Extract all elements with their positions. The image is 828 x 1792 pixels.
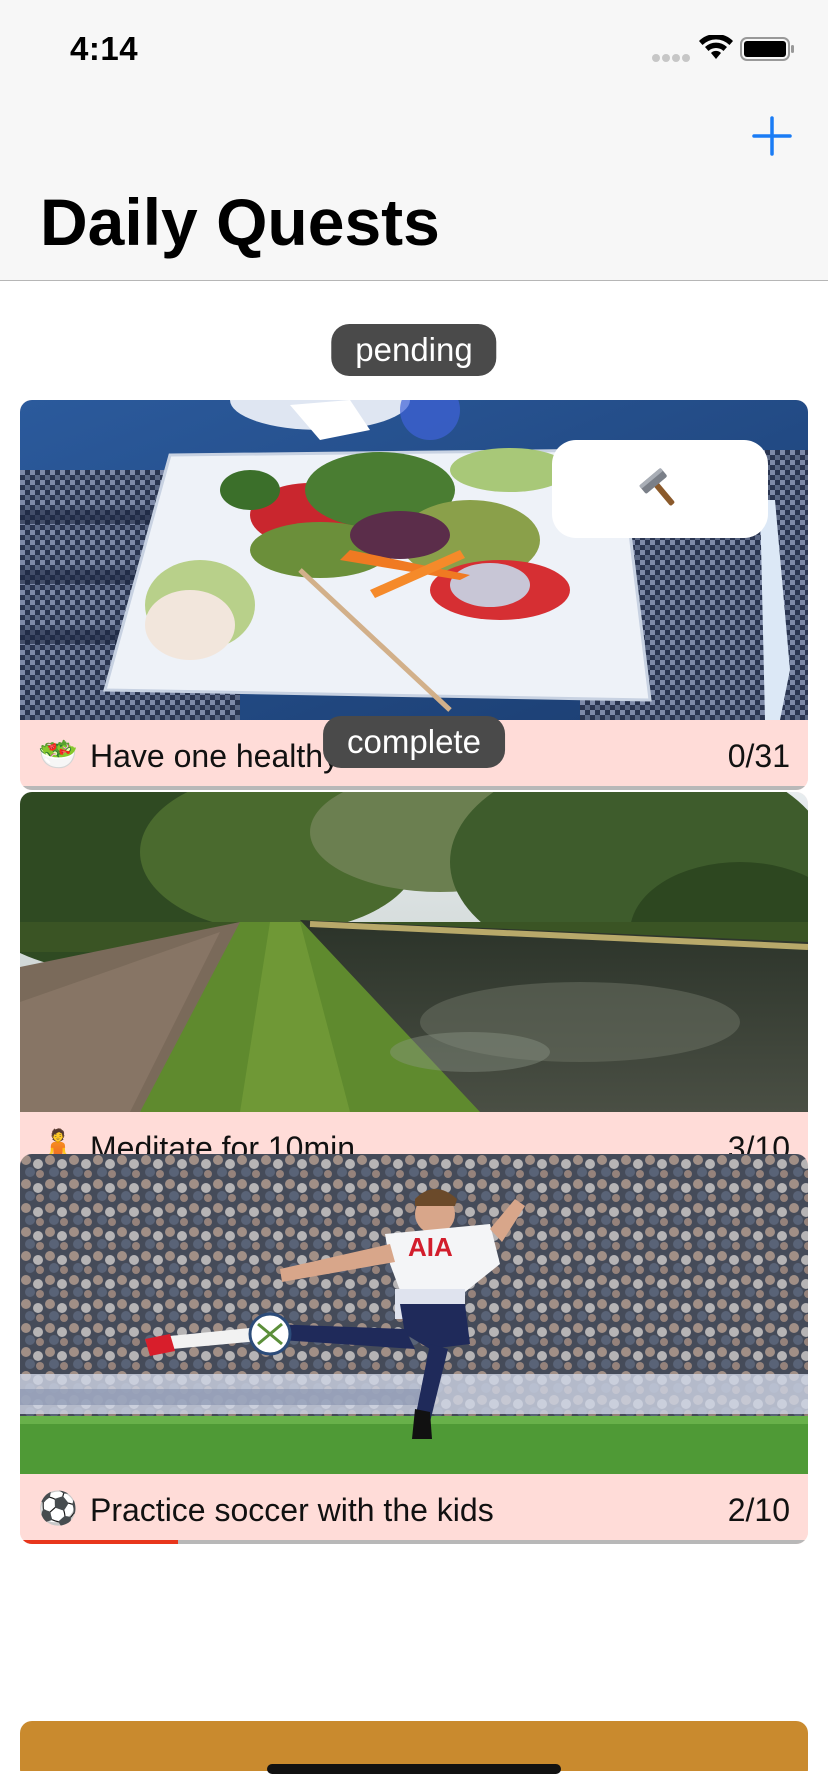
add-quest-button[interactable]	[744, 108, 800, 164]
progress-bar	[20, 786, 808, 790]
hammer-icon	[639, 468, 675, 506]
section-header-pending: pending	[331, 324, 497, 376]
canal-path-photo	[20, 792, 808, 1112]
wifi-icon	[699, 35, 733, 59]
progress-fill	[20, 1540, 178, 1544]
soccer-ball-icon: ⚽	[38, 1490, 78, 1526]
app-screen: 4:14 Daily Quests pending 🥗 Have one hea…	[0, 0, 828, 1792]
quest-progress-count: 0/31	[727, 738, 790, 774]
home-indicator[interactable]	[267, 1764, 561, 1774]
soccer-player-photo: AIA	[20, 1154, 808, 1474]
salad-icon: 🥗	[38, 736, 78, 772]
quest-list[interactable]: pending 🥗 Have one healthy meal 0/31 com…	[0, 281, 828, 1771]
salad-plate-photo	[20, 400, 808, 720]
progress-bar	[20, 1540, 808, 1544]
quest-footer: ⚽ Practice soccer with the kids 2/10	[20, 1474, 808, 1544]
cellular-signal-icon	[652, 54, 692, 62]
status-bar: 4:14	[0, 0, 828, 100]
quest-progress-count: 2/10	[727, 1492, 790, 1528]
navigation-bar: Daily Quests	[0, 100, 828, 281]
battery-icon	[740, 37, 794, 61]
page-title: Daily Quests	[40, 185, 440, 259]
quest-title: Practice soccer with the kids	[90, 1492, 494, 1528]
quest-card-soccer[interactable]: AIA ⚽ Practice soccer with the kids 2/10	[20, 1154, 808, 1544]
plus-icon	[752, 116, 792, 156]
edit-quest-button[interactable]	[552, 440, 768, 538]
section-header-complete: complete	[323, 716, 505, 768]
svg-text:AIA: AIA	[408, 1232, 453, 1262]
quest-card-meditate[interactable]: 🧘 Meditate for 10min. 3/10	[20, 792, 808, 1182]
status-time: 4:14	[70, 30, 139, 67]
